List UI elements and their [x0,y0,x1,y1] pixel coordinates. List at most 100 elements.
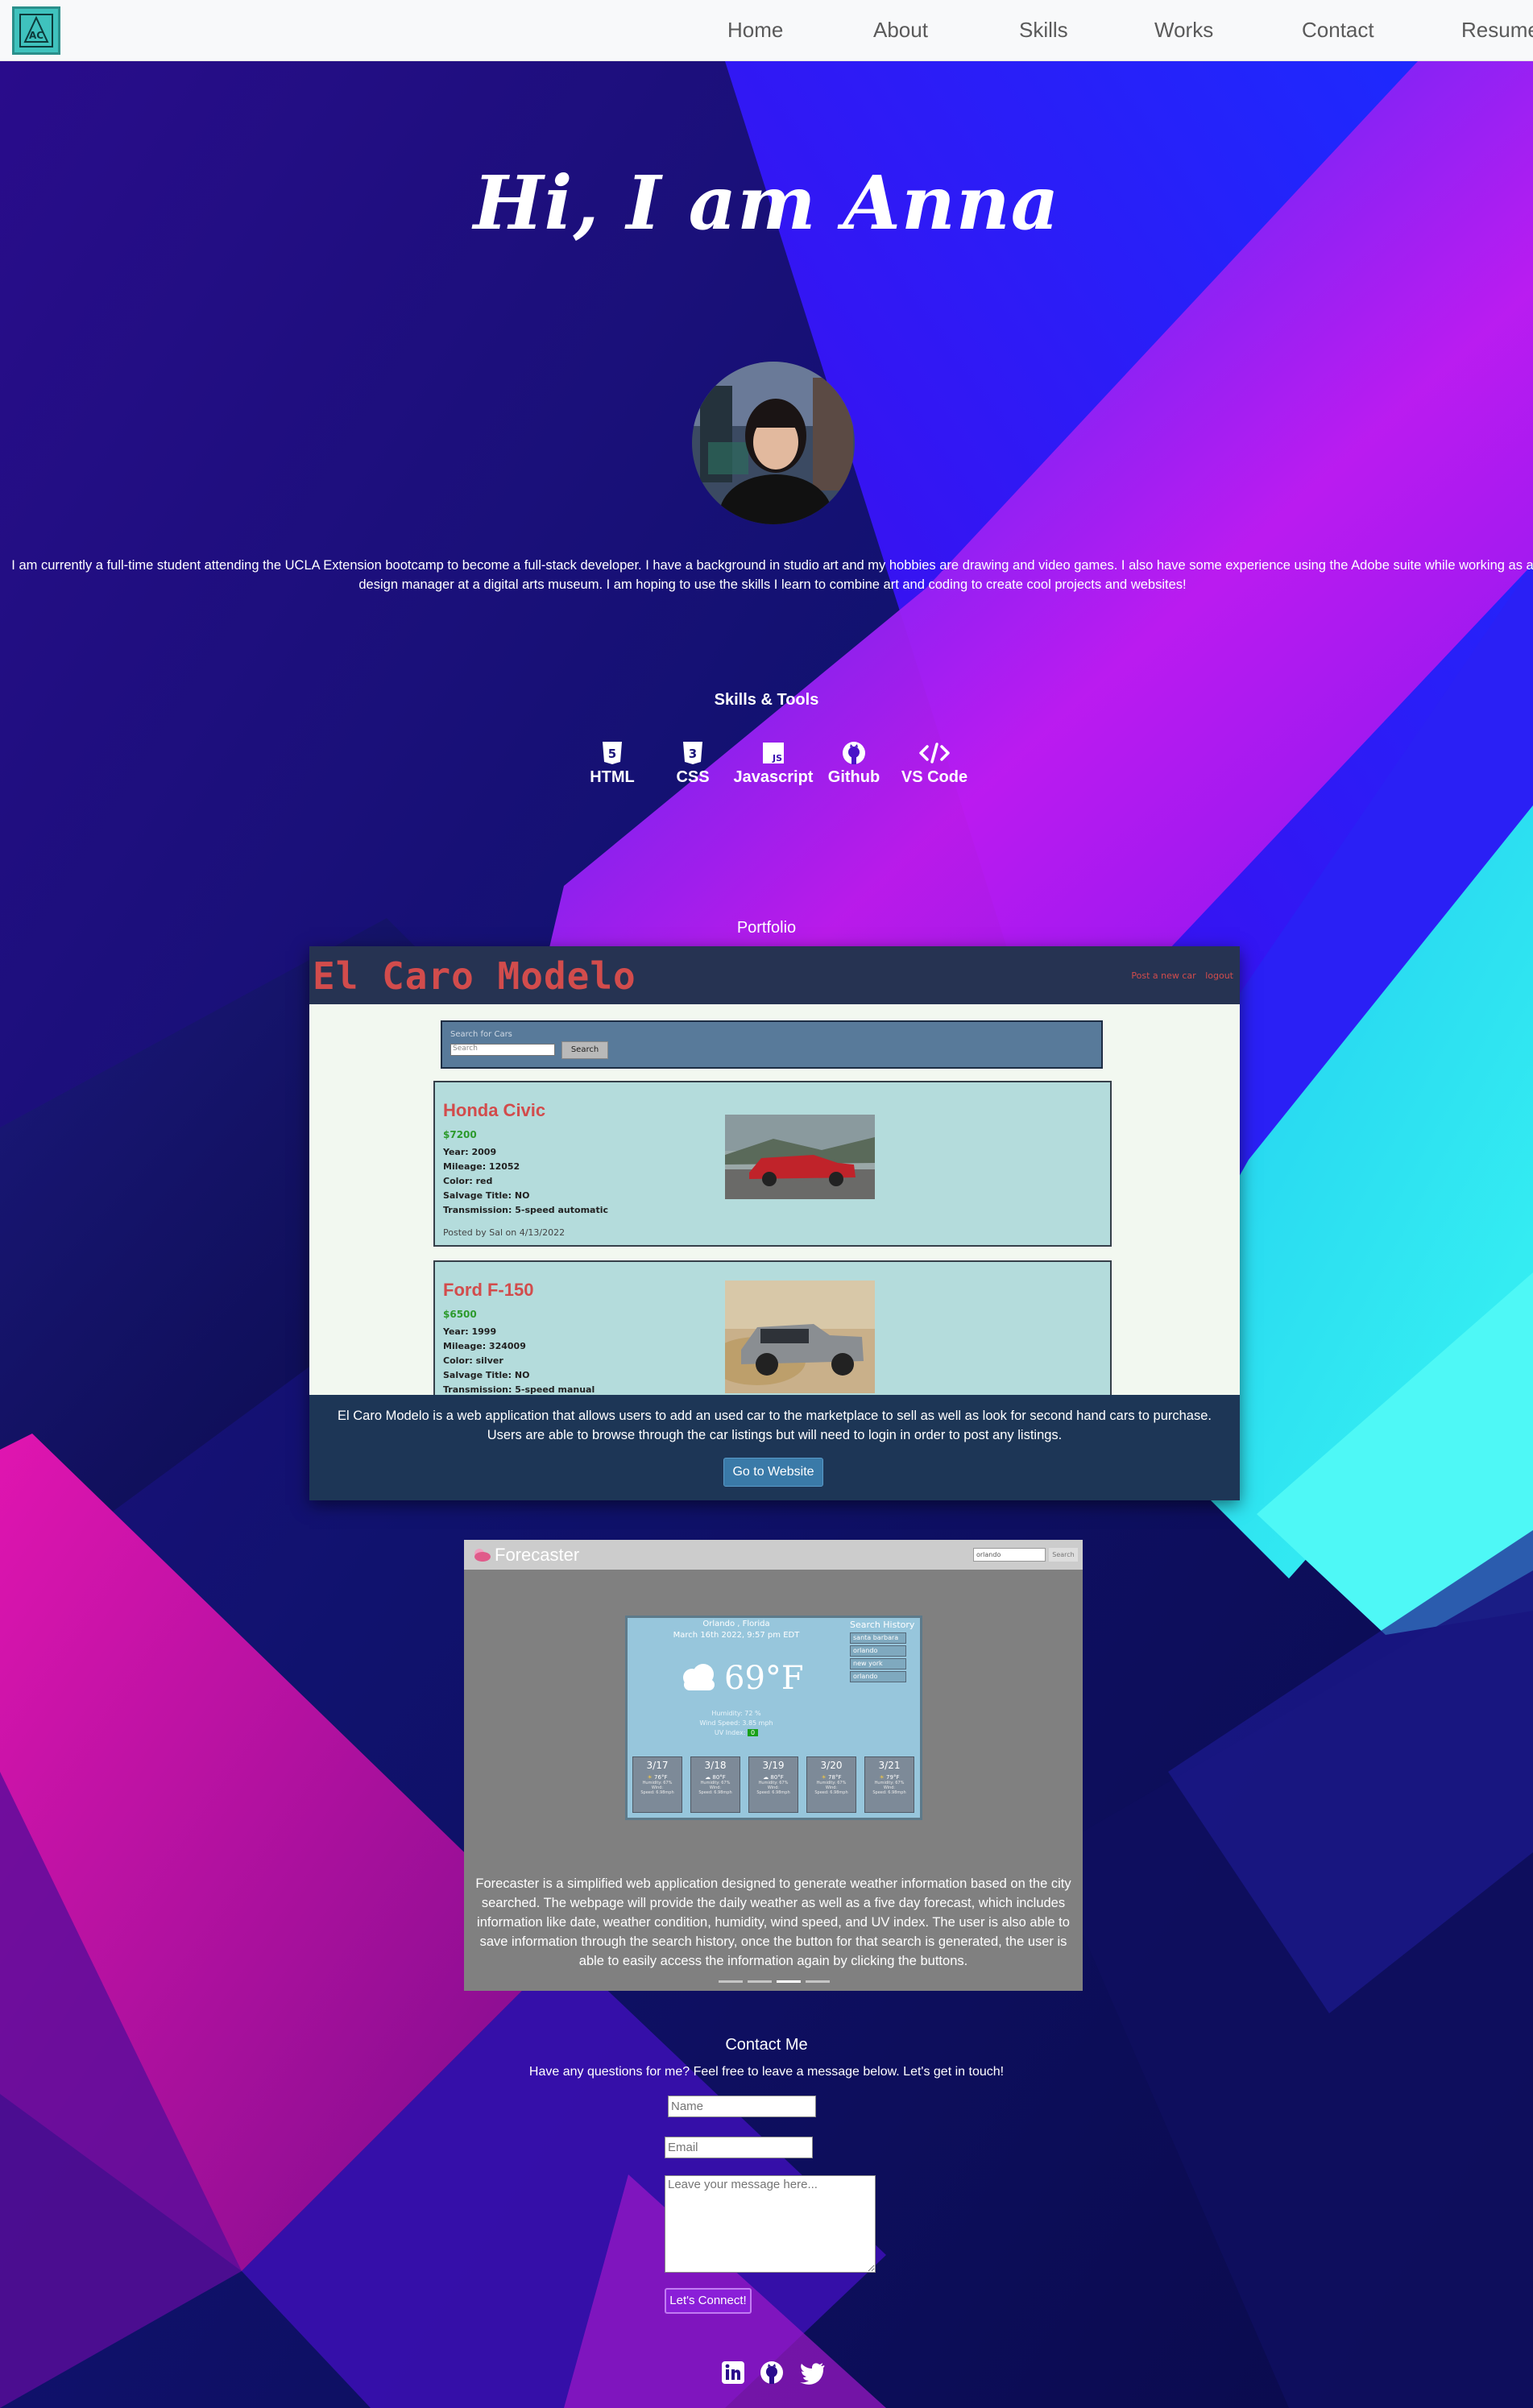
uv-badge: 0 [748,1729,759,1736]
carousel-indicators [719,1980,831,1984]
listing-line: Salvage Title: NO [443,1190,530,1201]
go-to-website-button[interactable]: Go to Website [723,1458,823,1487]
listing-line: Color: red [443,1176,493,1186]
listing-line: Mileage: 12052 [443,1161,520,1172]
contact-heading: Contact Me [725,2036,808,2054]
forecast-day-card: 3/21 ☀ 79°F Humidity: 67% Wind: Speed: 6… [864,1756,914,1813]
skill-label: Github [827,768,880,786]
search-history-item: new york [850,1658,906,1669]
listing-title: Honda Civic [443,1100,546,1120]
project-overlay: El Caro Modelo is a web application that… [309,1395,1240,1500]
uv-label: UV Index: [714,1729,746,1736]
skills-heading: Skills & Tools [714,691,819,709]
nav-skills[interactable]: Skills [1019,18,1068,43]
nav-works[interactable]: Works [1154,18,1213,43]
car-search-button: Search [561,1041,608,1059]
listing-line: Color: silver [443,1355,503,1366]
github-link[interactable] [759,2360,785,2385]
logout-link: logout [1205,970,1233,981]
forecaster-search-input: orlando [973,1548,1046,1562]
search-history-item: santa barbara [850,1632,906,1644]
nav-links: Home About Skills Works Contact Resume [0,0,1533,61]
forecast-day-line: Speed: 6.98mph [640,1790,674,1795]
name-input[interactable] [668,2096,816,2117]
listing-line: Transmission: 5-speed automatic [443,1205,609,1215]
email-input[interactable] [665,2137,813,2158]
forecast-day-temp: ☀ 79°F [865,1774,914,1781]
css3-icon: 3 [683,742,702,764]
forecast-day-line: Speed: 6.98mph [872,1790,906,1795]
day-temp-value: 79°F [886,1774,900,1781]
linkedin-link[interactable] [720,2360,746,2385]
nav-contact[interactable]: Contact [1302,18,1374,43]
connect-button[interactable]: Let's Connect! [665,2288,752,2314]
navbar: AC Home About Skills Works Contact Resum… [0,0,1533,61]
sun-icon: ☀ [821,1774,827,1781]
nav-home[interactable]: Home [727,18,783,43]
svg-text:5: 5 [608,747,616,761]
forecast-day-card: 3/17 ☀ 76°F Humidity: 67% Wind: Speed: 6… [632,1756,682,1813]
nav-resume[interactable]: Resume [1461,18,1533,43]
day-temp-value: 76°F [654,1774,668,1781]
carousel-indicator[interactable] [748,1980,772,1983]
cloud-icon [683,1664,715,1690]
forecast-temperature: 69°F [724,1660,804,1697]
car-listing: Honda Civic $7200 Year: 2009 Mileage: 12… [433,1081,1112,1247]
forecast-wind: Wind Speed: 3.85 mph [699,1719,773,1727]
skill-label: HTML [590,768,635,786]
sun-icon: ☀ [647,1774,653,1781]
message-textarea[interactable] [665,2175,876,2273]
carousel-indicator[interactable] [719,1980,743,1983]
twitter-icon [800,2363,825,2385]
project-description: El Caro Modelo is a web application that… [337,1409,1212,1442]
skill-github: Github [810,741,898,787]
listing-posted: Posted by Sal on 4/13/2022 [443,1227,566,1238]
forecast-day-date: 3/20 [820,1760,843,1771]
listing-price: $7200 [443,1129,477,1140]
day-temp-value: 80°F [770,1774,784,1781]
project-card-forecaster: Forecaster orlando Search Orlando , Flor… [464,1540,1083,1991]
car-search-input: Search [450,1044,555,1056]
project-app-title: El Caro Modelo [313,954,636,998]
skill-label: CSS [676,768,710,786]
carousel-indicator[interactable] [777,1980,801,1983]
sun-icon: ☀ [879,1774,885,1781]
forecaster-header: Forecaster orlando Search [464,1540,1083,1570]
forecast-uv: UV Index: 0 [628,1729,845,1736]
post-car-link: Post a new car [1131,970,1196,981]
search-history-title: Search History [850,1620,915,1630]
skill-label: VS Code [901,768,968,786]
listing-line: Salvage Title: NO [443,1370,530,1380]
forecaster-weather-panel: Orlando , Florida March 16th 2022, 9:57 … [625,1616,922,1820]
forecast-day-date: 3/19 [762,1760,785,1771]
forecast-day-card: 3/19 ☁ 80°F Humidity: 67% Wind: Speed: 6… [748,1756,798,1813]
forecast-date: March 16th 2022, 9:57 pm EDT [673,1631,800,1640]
car-search-label: Search for Cars [450,1030,512,1039]
contact-subtitle: Have any questions for me? Feel free to … [528,2065,1005,2079]
listing-price: $6500 [443,1309,477,1320]
forecast-day-date: 3/18 [704,1760,727,1771]
listing-line: Mileage: 324009 [443,1341,526,1351]
forecast-city: Orlando , Florida [702,1620,770,1628]
car-search-panel: Search for Cars Search Search [441,1020,1103,1069]
day-temp-value: 78°F [828,1774,842,1781]
project-card-el-caro-modelo: El Caro Modelo Post a new car logout Sea… [309,946,1240,1500]
skill-html: 5 HTML [568,741,657,787]
project-description: Forecaster is a simplified web applicati… [475,1876,1071,1968]
carousel-indicator[interactable] [806,1980,830,1983]
github-icon [760,2361,783,2384]
listing-line: Year: 2009 [443,1147,497,1157]
nav-about[interactable]: About [873,18,928,43]
github-icon [843,742,865,764]
forecast-day-temp: ☁ 80°F [691,1774,740,1781]
forecast-day-line: Speed: 6.98mph [698,1790,732,1795]
car-image-honda [725,1115,875,1199]
twitter-link[interactable] [798,2360,825,2385]
forecaster-title: Forecaster [495,1545,580,1565]
cloud-icon: ☁ [705,1774,711,1781]
linkedin-icon [722,2361,744,2384]
svg-text:3: 3 [689,747,697,761]
listing-details: Year: 2009 Mileage: 12052 Color: red Sal… [443,1145,608,1218]
forecast-day-temp: ☀ 76°F [633,1774,682,1781]
svg-text:JS: JS [772,753,782,763]
